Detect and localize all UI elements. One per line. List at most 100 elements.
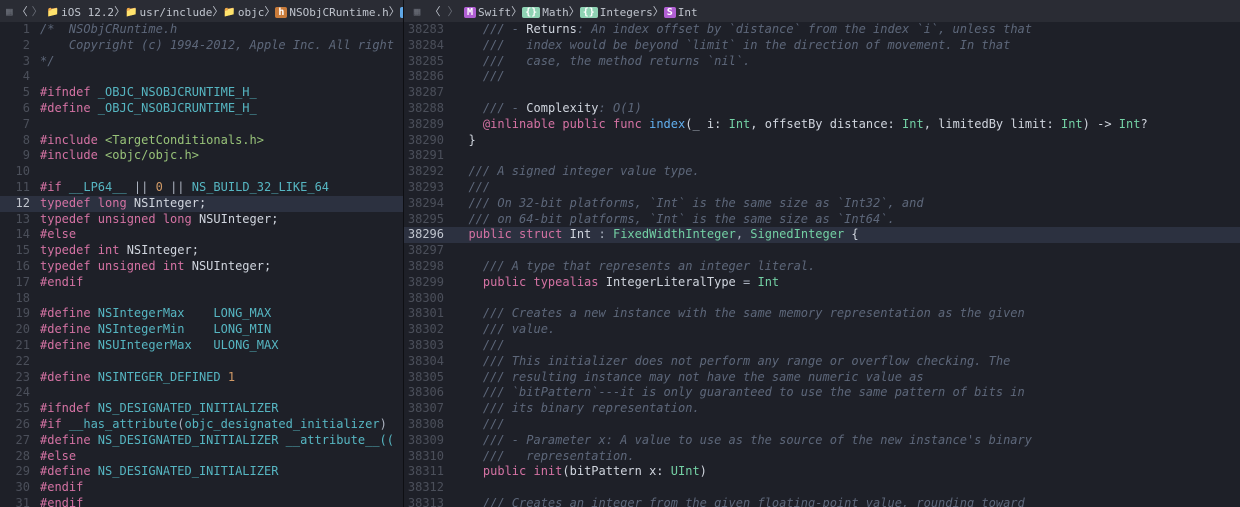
line-content[interactable]: Copyright (c) 1994-2012, Apple Inc. All …	[40, 38, 403, 54]
code-line[interactable]: 38304 /// This initializer does not perf…	[404, 354, 1240, 370]
line-content[interactable]: typedef long NSInteger;	[40, 196, 403, 212]
code-line[interactable]: 38313 /// Creates an integer from the gi…	[404, 496, 1240, 507]
code-line[interactable]: 38310 /// representation.	[404, 449, 1240, 465]
line-content[interactable]: /// resulting instance may not have the …	[454, 370, 1240, 386]
code-line[interactable]: 19#define NSIntegerMax LONG_MAX	[0, 306, 403, 322]
breadcrumb[interactable]: 📁iOS 12.2〉📁usr/include〉📁objc〉hNSObjCRunt…	[47, 3, 403, 19]
code-line[interactable]: 26#if __has_attribute(objc_designated_in…	[0, 417, 403, 433]
line-content[interactable]: #define NSUIntegerMax ULONG_MAX	[40, 338, 403, 354]
code-line[interactable]: 13typedef unsigned long NSUInteger;	[0, 212, 403, 228]
crumb-item[interactable]: {}Integers	[580, 6, 653, 19]
code-line[interactable]: 38307 /// its binary representation.	[404, 401, 1240, 417]
line-content[interactable]: /// - Parameter x: A value to use as the…	[454, 433, 1240, 449]
line-content[interactable]: #if __has_attribute(objc_designated_init…	[40, 417, 403, 433]
code-line[interactable]: 17#endif	[0, 275, 403, 291]
line-content[interactable]: #else	[40, 227, 403, 243]
line-content[interactable]: /// representation.	[454, 449, 1240, 465]
code-line[interactable]: 38289 @inlinable public func index(_ i: …	[404, 117, 1240, 133]
code-line[interactable]: 38292 /// A signed integer value type.	[404, 164, 1240, 180]
layout-icon[interactable]: ▦	[6, 5, 13, 18]
code-line[interactable]: 3*/	[0, 54, 403, 70]
code-line[interactable]: 38295 /// on 64-bit platforms, `Int` is …	[404, 212, 1240, 228]
line-content[interactable]: #define NSIntegerMax LONG_MAX	[40, 306, 403, 322]
code-line[interactable]: 31#endif	[0, 496, 403, 507]
code-line[interactable]: 29#define NS_DESIGNATED_INITIALIZER	[0, 464, 403, 480]
line-content[interactable]: public struct Int : FixedWidthInteger, S…	[454, 227, 1240, 243]
code-line[interactable]: 38296 public struct Int : FixedWidthInte…	[404, 227, 1240, 243]
line-content[interactable]: /// index would be beyond `limit` in the…	[454, 38, 1240, 54]
code-line[interactable]: 21#define NSUIntegerMax ULONG_MAX	[0, 338, 403, 354]
line-content[interactable]: #endif	[40, 275, 403, 291]
code-line[interactable]: 2 Copyright (c) 1994-2012, Apple Inc. Al…	[0, 38, 403, 54]
right-editor[interactable]: 38283 /// - Returns: An index offset by …	[404, 22, 1240, 507]
code-line[interactable]: 38293 ///	[404, 180, 1240, 196]
left-editor[interactable]: 1/* NSObjCRuntime.h2 Copyright (c) 1994-…	[0, 22, 403, 507]
line-content[interactable]: #endif	[40, 480, 403, 496]
right-code-area[interactable]: 38283 /// - Returns: An index offset by …	[404, 22, 1240, 507]
nav-back-icon[interactable]: 〈	[428, 3, 442, 19]
crumb-item[interactable]: SInt	[664, 6, 698, 19]
code-line[interactable]: 38302 /// value.	[404, 322, 1240, 338]
line-content[interactable]: #include <objc/objc.h>	[40, 148, 403, 164]
breadcrumb[interactable]: MSwift〉{}Math〉{}Integers〉SInt	[464, 3, 698, 19]
line-content[interactable]: /// its binary representation.	[454, 401, 1240, 417]
code-line[interactable]: 23#define NSINTEGER_DEFINED 1	[0, 370, 403, 386]
crumb-item[interactable]: TNS	[400, 6, 403, 19]
line-content[interactable]: #ifndef _OBJC_NSOBJCRUNTIME_H_	[40, 85, 403, 101]
line-content[interactable]: /// - Complexity: O(1)	[454, 101, 1240, 117]
code-line[interactable]: 38290 }	[404, 133, 1240, 149]
code-line[interactable]: 10	[0, 164, 403, 180]
code-line[interactable]: 38306 /// `bitPattern`---it is only guar…	[404, 385, 1240, 401]
line-content[interactable]: typedef unsigned long NSUInteger;	[40, 212, 403, 228]
crumb-item[interactable]: 📁usr/include	[125, 6, 212, 19]
code-line[interactable]: 38288 /// - Complexity: O(1)	[404, 101, 1240, 117]
line-content[interactable]: #define NSINTEGER_DEFINED 1	[40, 370, 403, 386]
code-line[interactable]: 18	[0, 291, 403, 307]
line-content[interactable]: /// Creates a new instance with the same…	[454, 306, 1240, 322]
code-line[interactable]: 5#ifndef _OBJC_NSOBJCRUNTIME_H_	[0, 85, 403, 101]
layout-icon[interactable]: ▦	[410, 5, 424, 18]
crumb-item[interactable]: MSwift	[464, 6, 511, 19]
crumb-item[interactable]: 📁objc	[223, 6, 264, 19]
code-line[interactable]: 38298 /// A type that represents an inte…	[404, 259, 1240, 275]
code-line[interactable]: 38299 public typealias IntegerLiteralTyp…	[404, 275, 1240, 291]
crumb-item[interactable]: 📁iOS 12.2	[47, 6, 114, 19]
code-line[interactable]: 38284 /// index would be beyond `limit` …	[404, 38, 1240, 54]
line-content[interactable]: /* NSObjCRuntime.h	[40, 22, 403, 38]
code-line[interactable]: 38291	[404, 148, 1240, 164]
line-content[interactable]: ///	[454, 338, 1240, 354]
code-line[interactable]: 11#if __LP64__ || 0 || NS_BUILD_32_LIKE_…	[0, 180, 403, 196]
code-line[interactable]: 7	[0, 117, 403, 133]
line-content[interactable]: ///	[454, 69, 1240, 85]
line-content[interactable]: #else	[40, 449, 403, 465]
line-content[interactable]: #ifndef NS_DESIGNATED_INITIALIZER	[40, 401, 403, 417]
code-line[interactable]: 38287	[404, 85, 1240, 101]
line-content[interactable]: /// value.	[454, 322, 1240, 338]
code-line[interactable]: 25#ifndef NS_DESIGNATED_INITIALIZER	[0, 401, 403, 417]
code-line[interactable]: 38303 ///	[404, 338, 1240, 354]
code-line[interactable]: 38305 /// resulting instance may not hav…	[404, 370, 1240, 386]
crumb-item[interactable]: {}Math	[522, 6, 569, 19]
code-line[interactable]: 38308 ///	[404, 417, 1240, 433]
code-line[interactable]: 24	[0, 385, 403, 401]
code-line[interactable]: 22	[0, 354, 403, 370]
code-line[interactable]: 14#else	[0, 227, 403, 243]
line-content[interactable]: public typealias IntegerLiteralType = In…	[454, 275, 1240, 291]
line-content[interactable]: /// This initializer does not perform an…	[454, 354, 1240, 370]
code-line[interactable]: 38312	[404, 480, 1240, 496]
line-content[interactable]: #define NS_DESIGNATED_INITIALIZER	[40, 464, 403, 480]
code-line[interactable]: 38301 /// Creates a new instance with th…	[404, 306, 1240, 322]
line-content[interactable]: /// on 64-bit platforms, `Int` is the sa…	[454, 212, 1240, 228]
code-line[interactable]: 38283 /// - Returns: An index offset by …	[404, 22, 1240, 38]
code-line[interactable]: 30#endif	[0, 480, 403, 496]
code-line[interactable]: 38285 /// case, the method returns `nil`…	[404, 54, 1240, 70]
code-line[interactable]: 38286 ///	[404, 69, 1240, 85]
code-line[interactable]: 4	[0, 69, 403, 85]
line-content[interactable]: #define NSIntegerMin LONG_MIN	[40, 322, 403, 338]
line-content[interactable]: #include <TargetConditionals.h>	[40, 133, 403, 149]
code-line[interactable]: 38309 /// - Parameter x: A value to use …	[404, 433, 1240, 449]
line-content[interactable]: /// On 32-bit platforms, `Int` is the sa…	[454, 196, 1240, 212]
code-line[interactable]: 20#define NSIntegerMin LONG_MIN	[0, 322, 403, 338]
line-content[interactable]: #define NS_DESIGNATED_INITIALIZER __attr…	[40, 433, 403, 449]
line-content[interactable]: /// Creates an integer from the given fl…	[454, 496, 1240, 507]
